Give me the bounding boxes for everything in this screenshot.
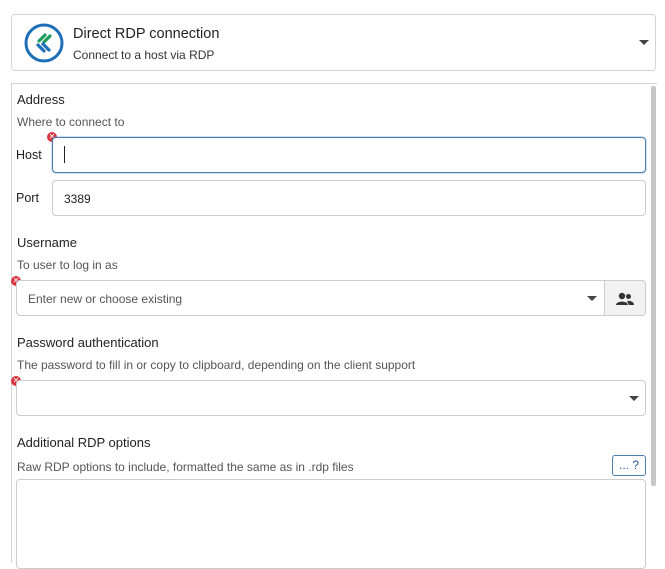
rdp-options-textarea[interactable]	[16, 479, 646, 569]
chevron-down-icon[interactable]	[629, 396, 639, 401]
password-section-description: The password to fill in or copy to clipb…	[17, 358, 416, 372]
connection-type-selector[interactable]: Direct RDP connection Connect to a host …	[11, 14, 656, 71]
add-user-button[interactable]	[604, 280, 646, 316]
connection-type-title: Direct RDP connection	[73, 26, 220, 42]
host-label: Host	[16, 148, 42, 162]
rdp-options-section-title: Additional RDP options	[17, 435, 151, 450]
username-combobox[interactable]: Enter new or choose existing	[16, 280, 605, 316]
port-value: 3389	[64, 192, 91, 206]
address-section-description: Where to connect to	[17, 115, 125, 129]
vertical-scrollbar[interactable]	[651, 86, 656, 486]
connection-type-subtitle: Connect to a host via RDP	[73, 48, 215, 62]
text-cursor	[64, 146, 65, 163]
username-section-title: Username	[17, 235, 77, 250]
password-section-title: Password authentication	[17, 335, 159, 350]
help-button[interactable]: ... ?	[612, 455, 646, 476]
port-input[interactable]: 3389	[52, 180, 646, 216]
port-label: Port	[16, 191, 39, 205]
password-select[interactable]	[16, 380, 646, 416]
host-input[interactable]	[52, 137, 646, 173]
rdp-connection-icon	[24, 23, 64, 63]
address-section-title: Address	[17, 92, 65, 107]
username-section-description: To user to log in as	[17, 258, 118, 272]
chevron-down-icon[interactable]	[639, 40, 649, 45]
rdp-options-section-description: Raw RDP options to include, formatted th…	[17, 460, 354, 474]
chevron-down-icon[interactable]	[587, 296, 597, 301]
username-placeholder: Enter new or choose existing	[28, 292, 183, 306]
user-add-icon	[616, 292, 634, 305]
